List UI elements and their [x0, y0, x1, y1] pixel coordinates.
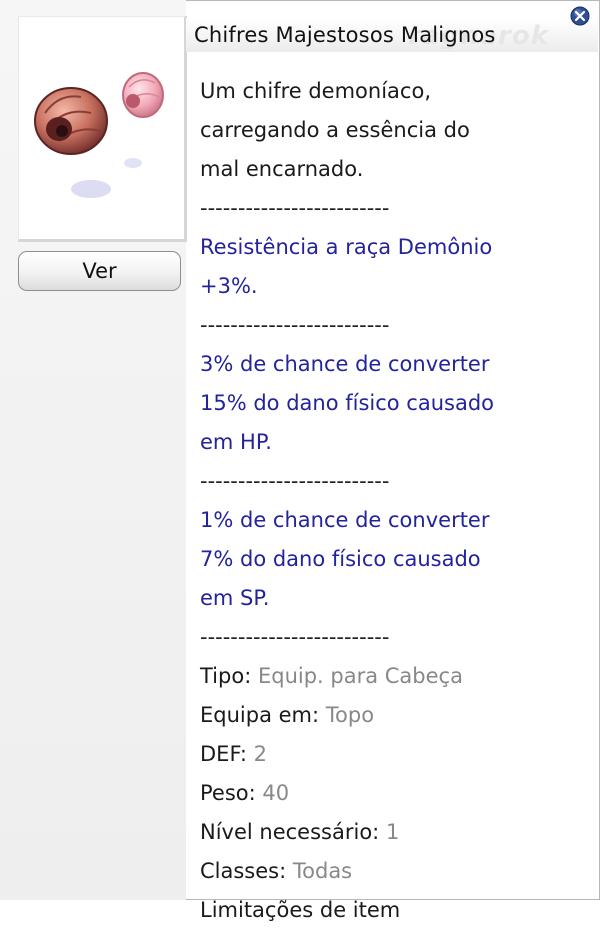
item-limitations-label: Limitações de item — [200, 898, 401, 922]
horn-item-icon — [34, 72, 164, 198]
description-line: carregando a essência do — [200, 118, 470, 142]
item-image-frame — [18, 16, 187, 242]
property-label: Equipa em: — [200, 703, 320, 727]
view-button[interactable]: Ver — [18, 251, 181, 291]
separator: ------------------------- — [200, 625, 390, 649]
property-slot: Equipa em: Topo — [200, 696, 595, 735]
property-value: Todas — [292, 859, 353, 883]
property-label: Peso: — [200, 781, 256, 805]
item-image-panel: Ver — [0, 0, 187, 900]
separator: ------------------------- — [200, 313, 390, 337]
close-icon[interactable] — [570, 6, 590, 26]
effect-line: 3% de chance de converter — [200, 352, 490, 376]
item-description: Um chifre demoníaco, carregando a essênc… — [200, 72, 595, 930]
property-weight: Peso: 40 — [200, 774, 595, 813]
property-value: 40 — [262, 781, 290, 805]
property-value: Equip. para Cabeça — [257, 664, 463, 688]
separator: ------------------------- — [200, 469, 390, 493]
effect-line: em SP. — [200, 586, 270, 610]
property-type: Tipo: Equip. para Cabeça — [200, 657, 595, 696]
item-title: Chifres Majestosos Malignos — [194, 23, 496, 47]
property-label: DEF: — [200, 742, 247, 766]
property-level: Nível necessário: 1 — [200, 813, 595, 852]
description-line: Um chifre demoníaco, — [200, 79, 431, 103]
property-label: Tipo: — [200, 664, 252, 688]
property-value: 2 — [253, 742, 268, 766]
separator: ------------------------- — [200, 196, 390, 220]
effect-line: 7% do dano físico causado — [200, 547, 481, 571]
property-label: Nível necessário: — [200, 820, 380, 844]
property-value: 1 — [385, 820, 400, 844]
effect-line: em HP. — [200, 430, 272, 454]
title-bar: ragnarok Chifres Majestosos Malignos — [186, 18, 598, 52]
effect-line: 15% do dano físico causado — [200, 391, 495, 415]
effect-line: Resistência a raça Demônio — [200, 235, 493, 259]
effect-line: 1% de chance de converter — [200, 508, 490, 532]
description-line: mal encarnado. — [200, 157, 364, 181]
effect-line: +3%. — [200, 274, 258, 298]
property-classes: Classes: Todas — [200, 852, 595, 891]
property-label: Classes: — [200, 859, 287, 883]
property-value: Topo — [325, 703, 375, 727]
property-def: DEF: 2 — [200, 735, 595, 774]
